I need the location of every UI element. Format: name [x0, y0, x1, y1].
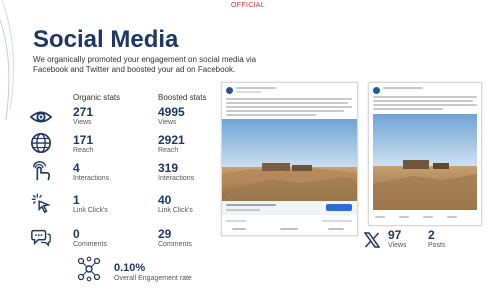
- network-icon: [77, 256, 101, 282]
- page-subtitle: We organically promoted your engagement …: [33, 55, 257, 74]
- stat-value: 29: [158, 227, 172, 241]
- slide: OFFICIAL Social Media We organically pro…: [0, 0, 496, 291]
- stat-value: 1: [73, 193, 80, 207]
- stat-value: 2921: [158, 133, 185, 147]
- stat-value: 2: [428, 228, 435, 242]
- stat-value: 4995: [158, 105, 185, 119]
- organic-comments: 0 Comments: [73, 228, 107, 249]
- facebook-post-preview: [221, 82, 358, 236]
- boosted-reach: 2921 Reach: [158, 134, 185, 155]
- twitter-post-preview: [368, 82, 482, 226]
- organic-link-clicks: 1 Link Click's: [73, 194, 108, 215]
- twitter-posts: 2 Posts: [428, 229, 446, 250]
- boosted-comments: 29 Comments: [158, 228, 192, 249]
- stat-label: Link Click's: [73, 207, 108, 214]
- boosted-link-clicks: 40 Link Click's: [158, 194, 193, 215]
- boosted-interactions: 319 Interactions: [158, 162, 194, 183]
- boosted-stats-header: Boosted stats: [158, 93, 207, 102]
- organic-reach: 171 Reach: [73, 134, 93, 155]
- stat-value: 319: [158, 161, 179, 175]
- engagement-rate-label: Overall Engagement rate: [114, 275, 192, 282]
- eye-icon: [30, 111, 52, 123]
- page-title: Social Media: [33, 26, 179, 53]
- stat-value: 271: [73, 105, 94, 119]
- post-photo: [222, 119, 357, 201]
- decorative-corner-lines: [0, 0, 15, 121]
- stat-label: Reach: [73, 147, 94, 154]
- stat-label: Views: [73, 119, 92, 126]
- stat-label: Link Click's: [158, 207, 193, 214]
- stat-label: Comments: [73, 241, 107, 248]
- stat-label: Interactions: [158, 175, 195, 182]
- stat-label: Comments: [158, 241, 192, 248]
- boost-button: [326, 204, 352, 211]
- stat-label: Interactions: [73, 175, 110, 182]
- post-photo: [373, 114, 477, 210]
- avatar: [373, 87, 380, 94]
- engagement-rate-value: 0.10%: [114, 262, 146, 274]
- stat-value: 4: [73, 161, 80, 175]
- organic-views: 271 Views: [73, 106, 93, 127]
- organic-interactions: 4 Interactions: [73, 162, 109, 183]
- comment-icon: [31, 229, 51, 247]
- stat-value: 171: [73, 133, 94, 147]
- stat-value: 40: [158, 193, 172, 207]
- classification-label: OFFICIAL: [231, 2, 265, 9]
- globe-icon: [31, 133, 51, 153]
- organic-stats-header: Organic stats: [73, 93, 121, 102]
- stat-label: Reach: [158, 147, 179, 154]
- cursor-click-icon: [31, 193, 51, 214]
- stat-value: 97: [388, 228, 402, 242]
- stat-label: Views: [388, 242, 407, 249]
- avatar: [226, 87, 233, 94]
- stat-value: 0: [73, 227, 80, 241]
- hand-interaction-icon: [32, 161, 51, 181]
- twitter-views: 97 Views: [388, 229, 407, 250]
- stat-label: Views: [158, 119, 177, 126]
- stat-label: Posts: [428, 242, 446, 249]
- x-logo-icon: [364, 232, 380, 248]
- boosted-views: 4995 Views: [158, 106, 185, 127]
